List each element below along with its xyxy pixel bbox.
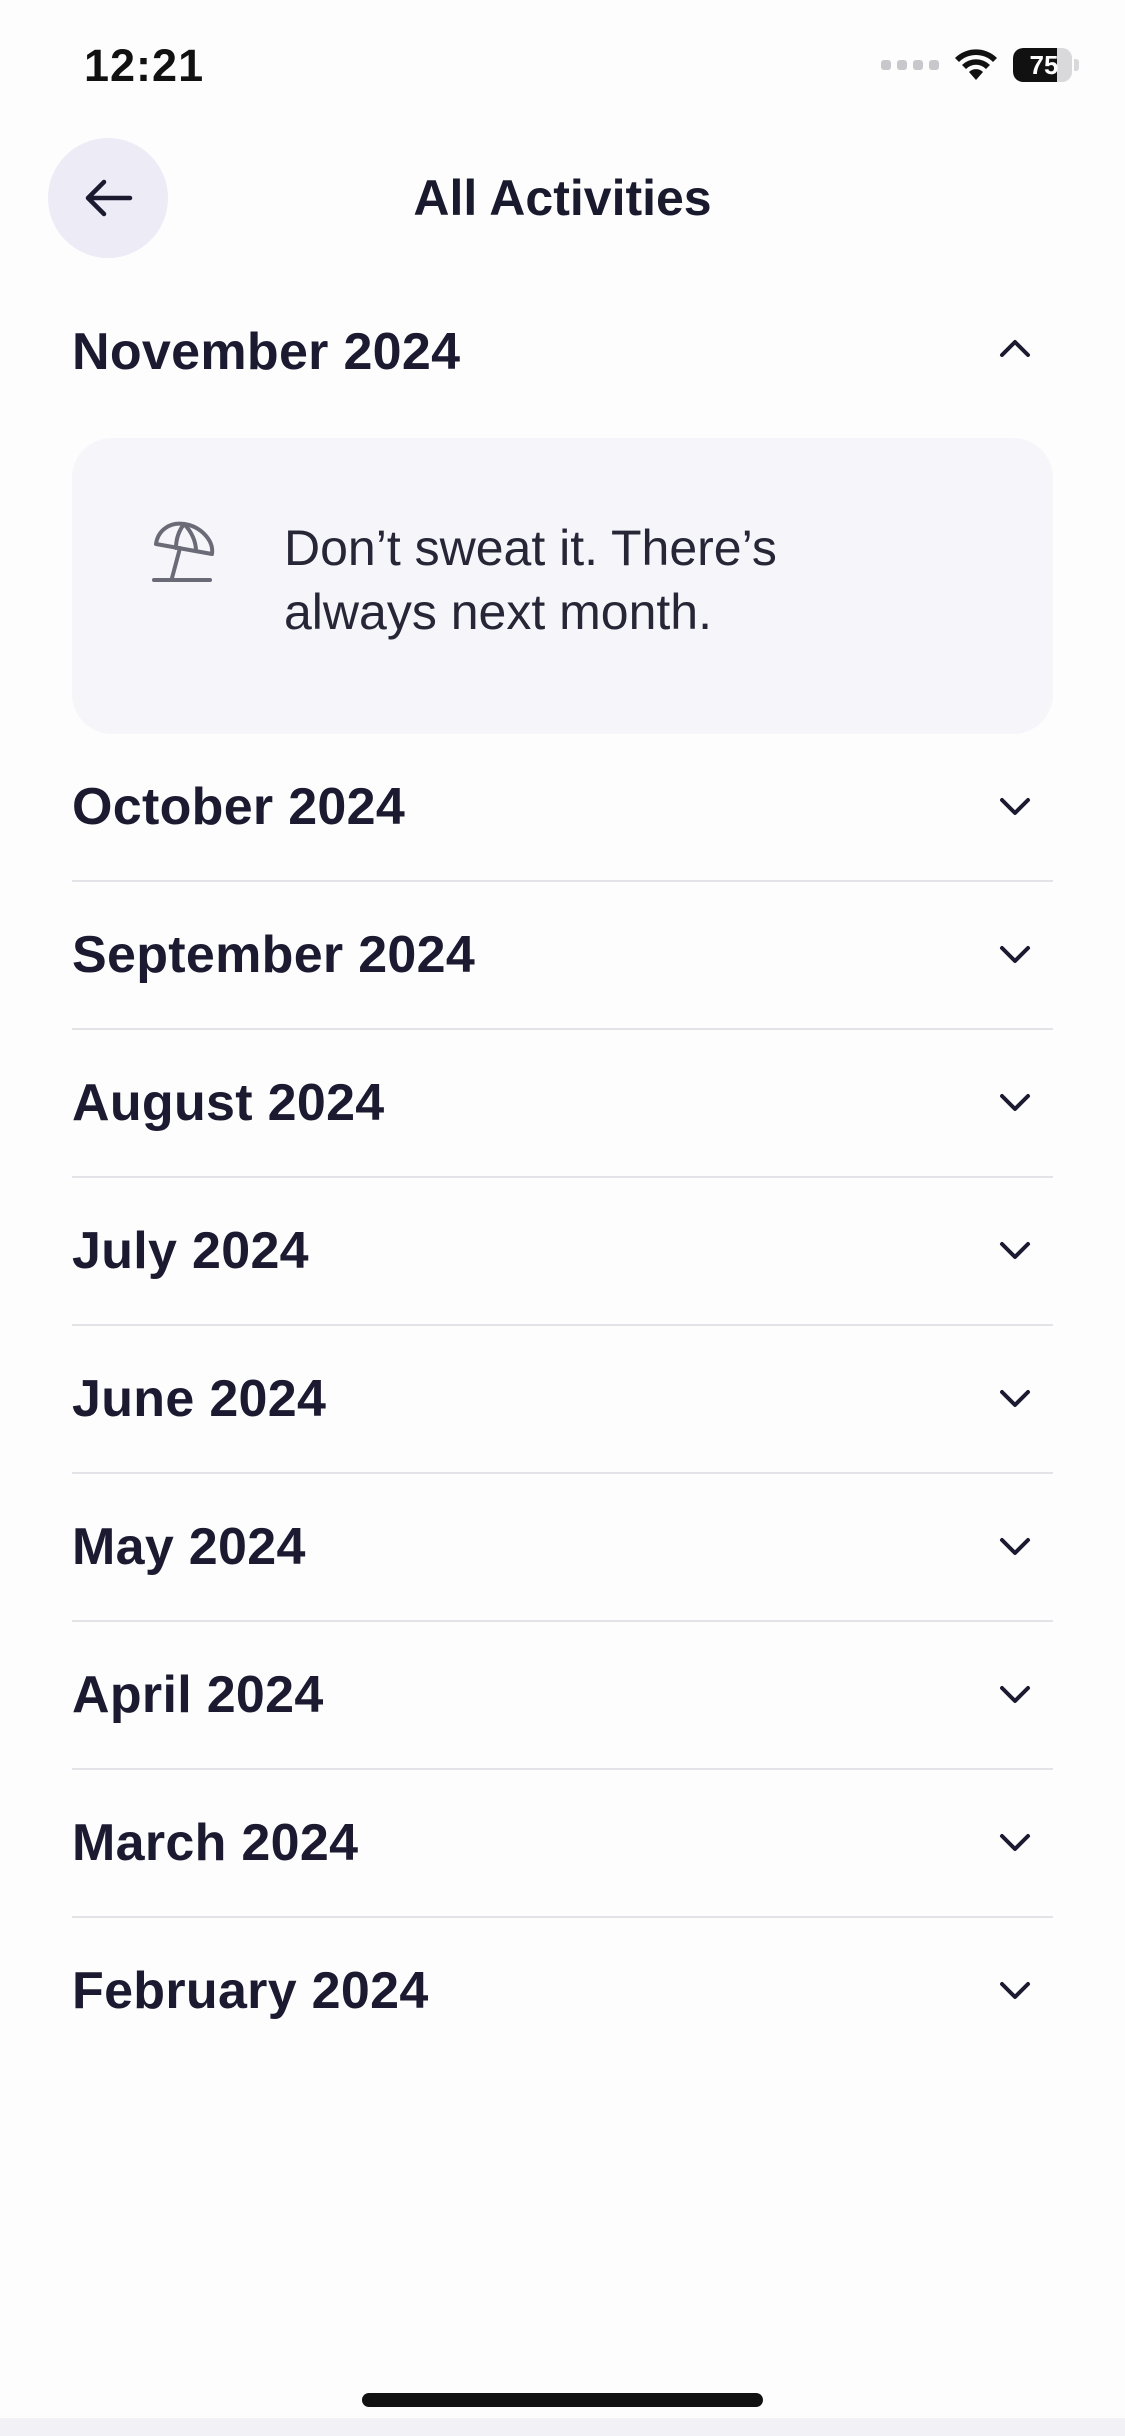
month-header-june-2024[interactable]: June 2024 xyxy=(72,1326,1053,1472)
chevron-down-icon xyxy=(995,787,1035,827)
month-label: November 2024 xyxy=(72,323,461,381)
chevron-down-icon xyxy=(995,1231,1035,1271)
month-label: July 2024 xyxy=(72,1222,309,1280)
chevron-down-icon xyxy=(995,1823,1035,1863)
month-label: April 2024 xyxy=(72,1666,324,1724)
month-header-august-2024[interactable]: August 2024 xyxy=(72,1030,1053,1176)
chevron-down-icon xyxy=(995,935,1035,975)
month-header-september-2024[interactable]: September 2024 xyxy=(72,882,1053,1028)
empty-state-card: Don’t sweat it. There’s always next mont… xyxy=(72,438,1053,734)
chevron-down-icon xyxy=(995,1379,1035,1419)
month-header-february-2024[interactable]: February 2024 xyxy=(72,1918,1053,2064)
wifi-icon xyxy=(955,49,997,80)
month-label: October 2024 xyxy=(72,778,406,836)
chevron-down-icon xyxy=(995,1083,1035,1123)
month-label: May 2024 xyxy=(72,1518,306,1576)
status-bar: 12:21 75 xyxy=(0,0,1125,130)
month-label: September 2024 xyxy=(72,926,476,984)
battery-icon: 75 xyxy=(1013,48,1079,82)
status-indicators: 75 xyxy=(881,48,1079,82)
month-header-april-2024[interactable]: April 2024 xyxy=(72,1622,1053,1768)
beach-umbrella-icon xyxy=(152,521,215,582)
chevron-down-icon xyxy=(995,1971,1035,2011)
signal-dots-icon xyxy=(881,60,939,70)
home-indicator[interactable] xyxy=(362,2393,763,2407)
header: All Activities xyxy=(0,138,1125,258)
bottom-safe-area xyxy=(0,2418,1125,2436)
month-label: March 2024 xyxy=(72,1814,359,1872)
page-title: All Activities xyxy=(413,170,712,226)
month-label: February 2024 xyxy=(72,1962,429,2020)
battery-level: 75 xyxy=(1029,50,1059,80)
month-header-october-2024[interactable]: October 2024 xyxy=(72,734,1053,880)
month-header-march-2024[interactable]: March 2024 xyxy=(72,1770,1053,1916)
chevron-down-icon xyxy=(995,1527,1035,1567)
empty-state-line-1: Don’t sweat it. There’s xyxy=(284,520,777,576)
month-label: June 2024 xyxy=(72,1370,327,1428)
month-list: November 2024 Don’t sweat it. There’s al… xyxy=(72,282,1053,2064)
month-header-november-2024[interactable]: November 2024 xyxy=(72,282,1053,424)
month-header-may-2024[interactable]: May 2024 xyxy=(72,1474,1053,1620)
empty-state-line-2: always next month. xyxy=(284,584,712,640)
chevron-down-icon xyxy=(995,1675,1035,1715)
month-label: August 2024 xyxy=(72,1074,385,1132)
empty-state-message: Don’t sweat it. There’s always next mont… xyxy=(284,516,904,644)
status-time: 12:21 xyxy=(84,40,205,91)
chevron-up-icon xyxy=(995,328,1035,368)
month-header-july-2024[interactable]: July 2024 xyxy=(72,1178,1053,1324)
